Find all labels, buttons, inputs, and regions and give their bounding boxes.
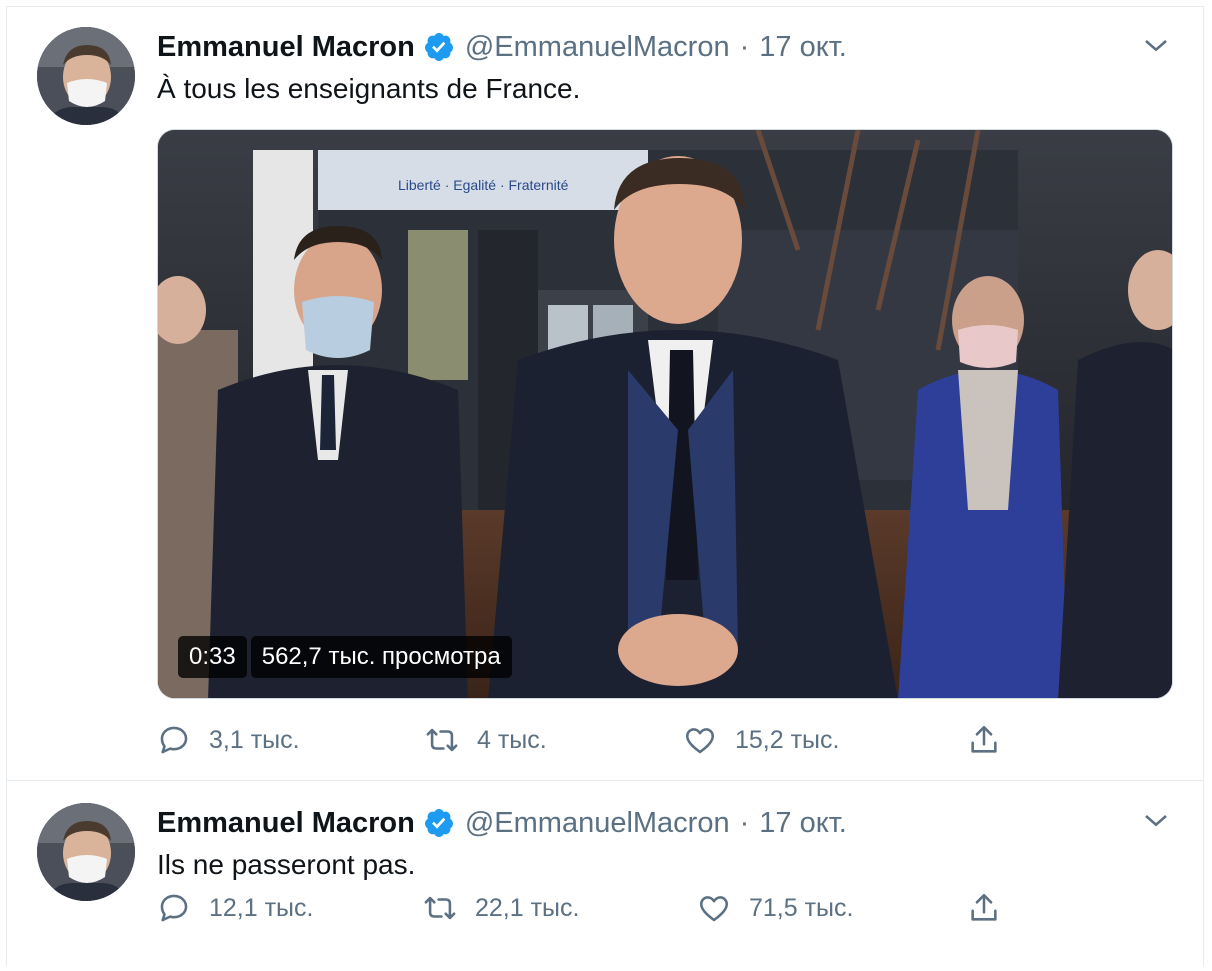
like-count: 15,2 тыс.	[735, 725, 840, 754]
author-handle[interactable]: @EmmanuelMacron	[465, 807, 730, 840]
video-thumbnail: Liberté · Egalité · Fraternité	[158, 130, 1172, 698]
separator-dot: ·	[739, 30, 750, 63]
like-button[interactable]: 15,2 тыс.	[683, 723, 839, 757]
share-button[interactable]	[967, 723, 1001, 757]
video-player[interactable]: Liberté · Egalité · Fraternité 0:33 562,…	[157, 129, 1173, 699]
tweet-actions: 3,1 тыс. 4 тыс. 15,2 тыс.	[157, 723, 1057, 763]
reply-icon	[160, 726, 188, 754]
timeline: Emmanuel Macron @EmmanuelMacron · 17 окт…	[6, 6, 1204, 966]
retweet-button[interactable]: 22,1 тыс.	[423, 891, 579, 925]
avatar[interactable]	[37, 803, 135, 901]
tweet-text: Ils ne passeront pas.	[157, 849, 416, 880]
like-count: 71,5 тыс.	[749, 893, 854, 922]
reply-button[interactable]: 12,1 тыс.	[157, 891, 313, 925]
reply-count: 12,1 тыс.	[209, 893, 314, 922]
author-name[interactable]: Emmanuel Macron	[157, 31, 415, 64]
share-button[interactable]	[967, 891, 1001, 925]
avatar[interactable]	[37, 27, 135, 125]
like-icon	[685, 728, 715, 754]
reply-icon	[160, 894, 188, 922]
author-handle[interactable]: @EmmanuelMacron	[465, 31, 730, 64]
retweet-button[interactable]: 4 тыс.	[425, 723, 547, 757]
video-duration: 0:33	[178, 636, 247, 678]
separator-dot: ·	[739, 806, 750, 839]
chevron-down-icon[interactable]	[1141, 31, 1171, 61]
video-view-count: 562,7 тыс. просмотра	[250, 636, 512, 678]
retweet-count: 22,1 тыс.	[475, 893, 580, 922]
verified-badge-icon	[424, 33, 453, 61]
author-name[interactable]: Emmanuel Macron	[157, 807, 415, 840]
tweet[interactable]: Emmanuel Macron @EmmanuelMacron · 17 окт…	[7, 7, 1203, 781]
verified-badge-icon	[424, 809, 453, 837]
tweet-date[interactable]: 17 окт.	[759, 31, 847, 64]
tweet-actions: 12,1 тыс. 22,1 тыс. 71,5 тыс.	[157, 891, 1057, 931]
tweet[interactable]: Emmanuel Macron @EmmanuelMacron · 17 окт…	[7, 781, 1203, 971]
retweet-icon	[426, 728, 458, 752]
tweet-date[interactable]: 17 окт.	[759, 807, 847, 840]
svg-text:Liberté · Egalité · Fraternité: Liberté · Egalité · Fraternité	[398, 177, 569, 193]
retweet-count: 4 тыс.	[477, 725, 547, 754]
share-icon	[971, 893, 997, 921]
reply-button[interactable]: 3,1 тыс.	[157, 723, 300, 757]
reply-count: 3,1 тыс.	[209, 725, 300, 754]
share-icon	[971, 725, 997, 753]
chevron-down-icon[interactable]	[1141, 806, 1171, 836]
like-icon	[699, 896, 729, 922]
tweet-text: À tous les enseignants de France.	[157, 73, 581, 104]
retweet-icon	[424, 896, 456, 920]
like-button[interactable]: 71,5 тыс.	[697, 891, 853, 925]
